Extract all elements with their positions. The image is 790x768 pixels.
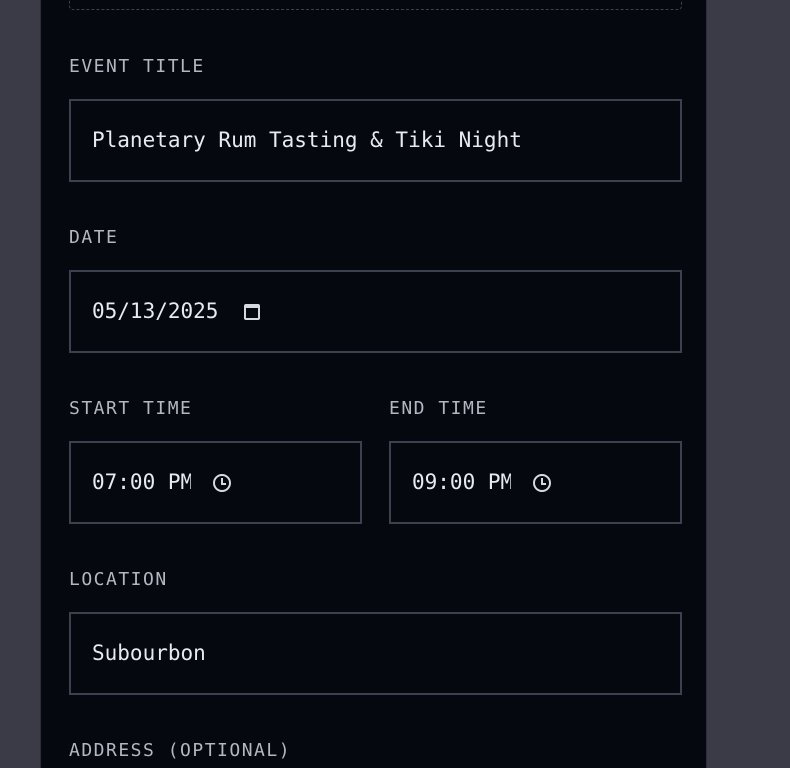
date-label: DATE	[69, 227, 119, 248]
location-label: LOCATION	[69, 569, 168, 590]
start-time-value: 07:00 PM	[92, 470, 191, 494]
start-time-label: START TIME	[69, 398, 193, 419]
start-time-input[interactable]: 07:00 PM	[69, 441, 362, 524]
location-value: Subourbon	[92, 641, 206, 665]
end-time-input[interactable]: 09:00 PM	[389, 441, 682, 524]
address-label: ADDRESS (OPTIONAL)	[69, 740, 292, 761]
event-title-label: EVENT TITLE	[69, 56, 205, 77]
dropzone-bottom-edge[interactable]	[69, 0, 682, 10]
date-value: 05/13/2025	[92, 299, 219, 323]
calendar-icon[interactable]	[244, 303, 261, 320]
end-time-label: END TIME	[389, 398, 488, 419]
date-input[interactable]: 05/13/2025	[69, 270, 682, 353]
clock-icon[interactable]	[533, 473, 551, 492]
clock-icon[interactable]	[213, 473, 231, 492]
location-input[interactable]: Subourbon	[69, 612, 682, 695]
event-title-input[interactable]: Planetary Rum Tasting & Tiki Night	[69, 99, 682, 182]
event-title-value: Planetary Rum Tasting & Tiki Night	[92, 128, 522, 152]
end-time-value: 09:00 PM	[412, 470, 511, 494]
